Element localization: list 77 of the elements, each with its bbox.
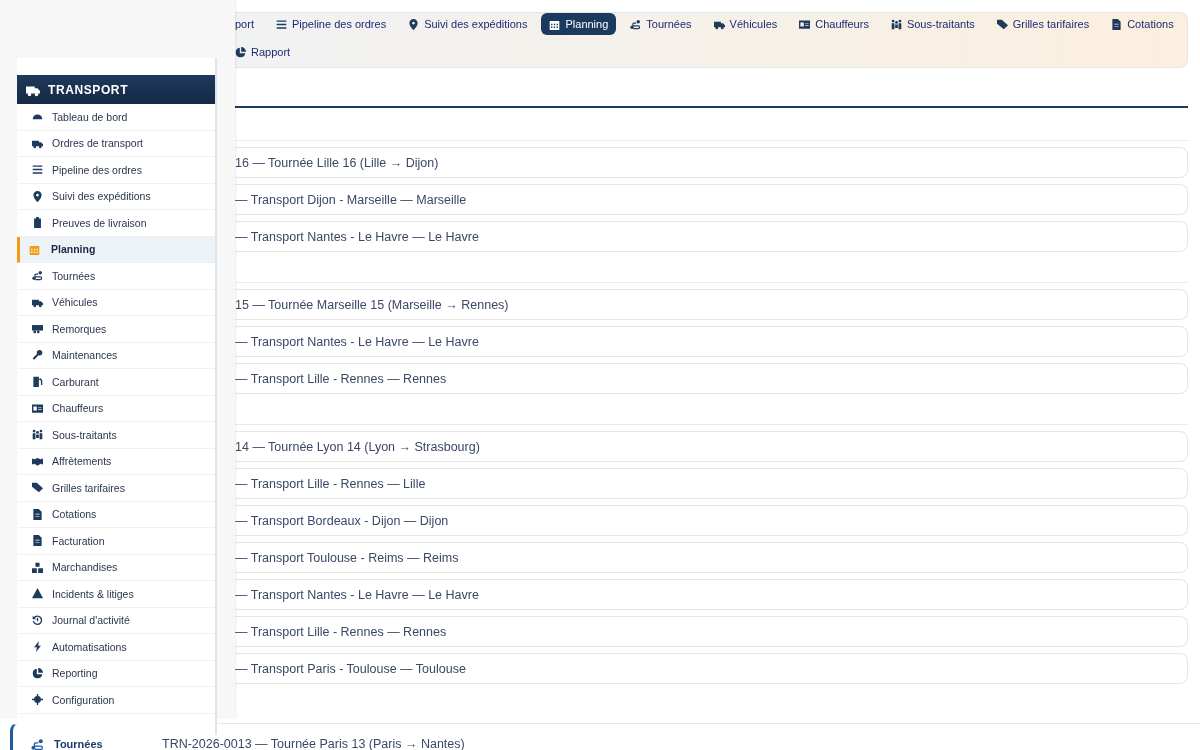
menu-item[interactable]: Chauffeurs [17,395,215,422]
list-row[interactable]: — Transport Nantes - Le Havre — Le Havre [235,221,1188,252]
tag-icon [32,482,43,494]
pie-chart-icon [235,46,246,58]
menu-item[interactable]: Carburant [17,369,215,396]
document-icon [1111,18,1123,30]
nav-tab[interactable]: Rapport [235,41,299,63]
nav-tab[interactable]: Tournées [622,13,700,35]
menu-item[interactable]: Cotations [17,501,215,528]
menu-item[interactable]: Sous-traitants [17,422,215,449]
wrench-icon [32,349,43,361]
list-row[interactable]: Tournées TRN-2026-0013 — Tournée Paris 13 (Paris → Nantes) [10,723,1200,750]
list-row[interactable]: — Transport Bordeaux - Dijon — Dijon [235,505,1188,536]
clipboard-icon [32,217,43,229]
list-row[interactable]: — Transport Dijon - Marseille — Marseille [235,184,1188,215]
list-icon [275,18,287,30]
list-row[interactable]: — Transport Lille - Rennes — Lille [235,468,1188,499]
id-card-icon [32,402,43,414]
nav-tab[interactable]: Planning [541,13,617,35]
route-icon [32,270,43,282]
document-icon [32,508,43,520]
boxes-icon [32,561,43,573]
list-row[interactable]: — Transport Lille - Rennes — Rennes [235,616,1188,647]
menu-item[interactable]: Planning [17,236,215,263]
document-icon [32,535,43,547]
list-row[interactable]: 15 — Tournée Marseille 15 (Marseille → Rennes) [235,289,1188,320]
menu-item[interactable]: Reporting [17,660,215,687]
nav-tab[interactable]: Suivi des expéditions [400,13,536,35]
list-row[interactable]: — Transport Paris - Toulouse — Toulouse [235,653,1188,684]
menu-item[interactable]: Affrètements [17,448,215,475]
menu-item[interactable]: Marchandises [17,554,215,581]
menu-title: TRANSPORT [48,82,129,97]
menu-item[interactable]: Remorques [17,316,215,343]
menu-item[interactable]: Grilles tarifaires [17,475,215,502]
fuel-pump-icon [32,376,43,388]
nav-tab[interactable]: Pipeline des ordres [267,13,395,35]
list-icon [32,164,43,176]
menu-item[interactable]: Suivi des expéditions [17,183,215,210]
list-row[interactable]: 16 — Tournée Lille 16 (Lille → Dijon) [235,147,1188,178]
nav-tab[interactable]: Chauffeurs [791,13,877,35]
nav-tab[interactable]: Cotations [1103,13,1182,35]
trailer-icon [32,323,43,335]
menu-item[interactable]: Véhicules [17,289,215,316]
people-icon [890,18,902,30]
bolt-icon [32,641,43,653]
nav-tab[interactable]: Grilles tarifaires [988,13,1098,35]
menu-item[interactable]: Ordres de transport [17,130,215,157]
list-row[interactable]: 14 — Tournée Lyon 14 (Lyon → Strasbourg) [235,431,1188,462]
map-pin-icon [408,18,420,30]
pie-chart-icon [32,667,43,679]
menu-item[interactable]: Tableau de bord [17,104,215,131]
calendar-icon [549,18,561,30]
route-icon [630,18,642,30]
menu-item[interactable]: Tournées [17,263,215,290]
history-icon [32,614,43,626]
tag-icon [996,18,1008,30]
route-icon [31,737,44,750]
nav-tab[interactable]: port [235,13,262,35]
menu-item[interactable]: Incidents & litiges [17,581,215,608]
list-row[interactable]: — Transport Toulouse - Reims — Reims [235,542,1188,573]
menu-item[interactable]: Maintenances [17,342,215,369]
menu-item[interactable]: Pipeline des ordres [17,157,215,184]
menu-item[interactable]: Facturation [17,528,215,555]
nav-tab[interactable]: Sous-traitants [882,13,983,35]
calendar-icon [29,243,40,255]
menu-item[interactable]: Journal d'activité [17,607,215,634]
menu-item[interactable]: Preuves de livraison [17,210,215,237]
id-card-icon [799,18,811,30]
list-row[interactable]: — Transport Nantes - Le Havre — Le Havre [235,579,1188,610]
list-row[interactable]: — Transport Nantes - Le Havre — Le Havre [235,326,1188,357]
warning-icon [32,588,43,600]
menu-item[interactable]: Automatisations [17,634,215,661]
menu-item[interactable]: Configuration [17,687,215,714]
list-row[interactable]: — Transport Lille - Rennes — Rennes [235,363,1188,394]
map-pin-icon [32,190,43,202]
people-icon [32,429,43,441]
nav-tab[interactable]: Véhicules [705,13,786,35]
